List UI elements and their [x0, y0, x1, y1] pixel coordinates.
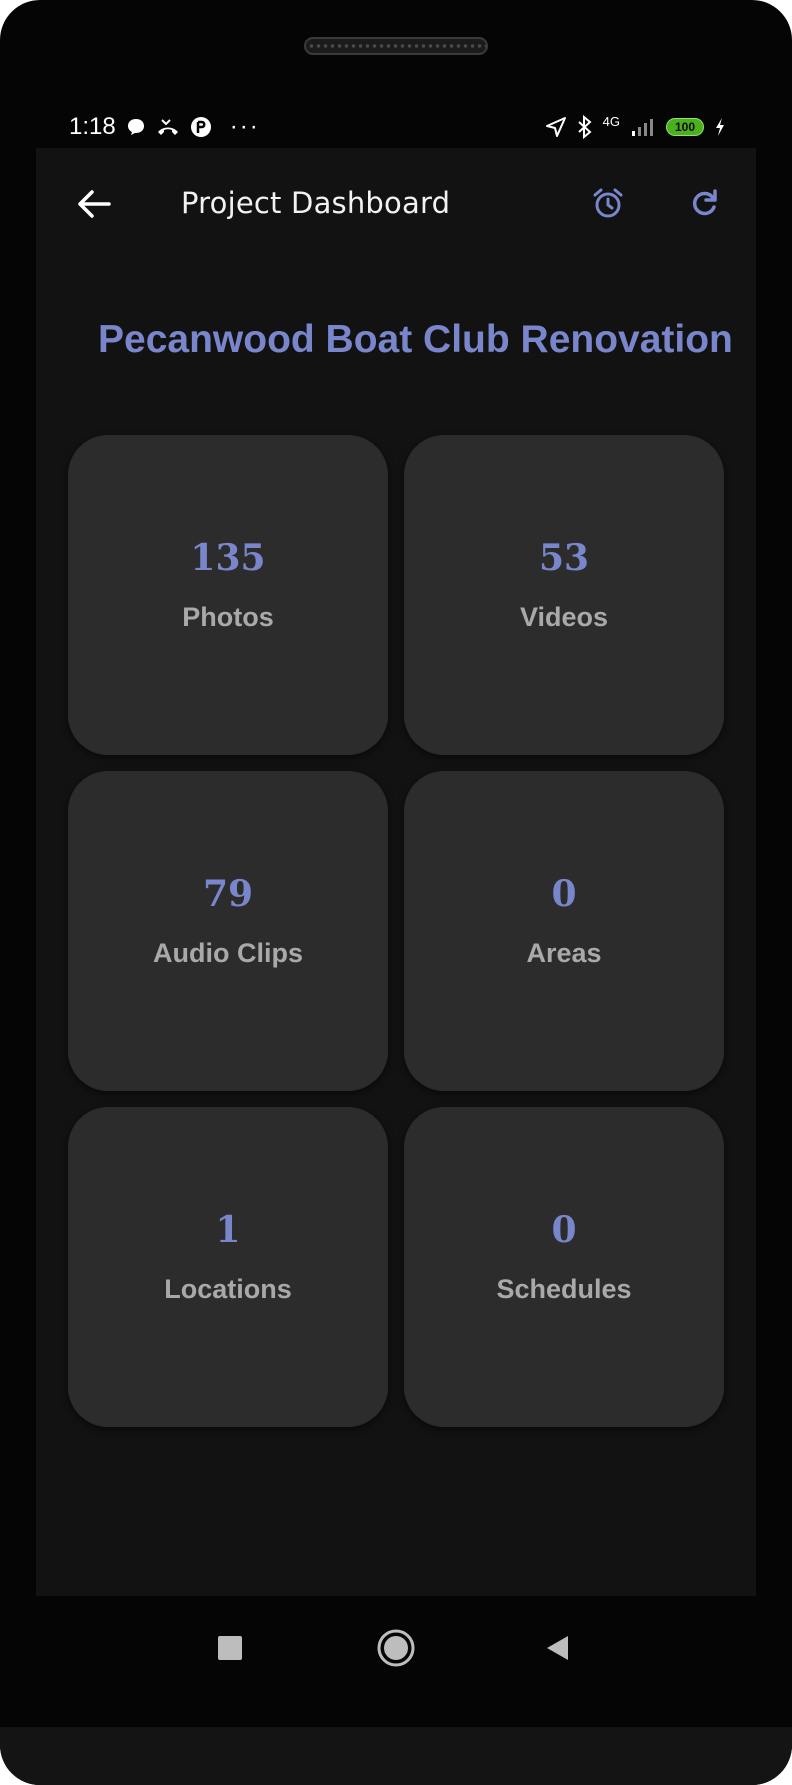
app-notification-icon — [190, 116, 212, 138]
phone-frame: 1:18 ··· 4G 100 Project Dashboard Pecanw… — [0, 0, 792, 1785]
areas-card[interactable]: 0 Areas — [404, 771, 724, 1091]
refresh-button[interactable] — [684, 183, 724, 223]
alarm-clock-icon — [593, 188, 623, 218]
missed-call-icon — [156, 117, 180, 137]
app-bar-title: Project Dashboard — [181, 186, 451, 220]
locations-label: Locations — [164, 1273, 292, 1304]
arrow-left-icon — [78, 190, 111, 218]
nav-back-icon — [547, 1636, 568, 1660]
audio-clips-card[interactable]: 79 Audio Clips — [68, 771, 388, 1091]
schedules-label: Schedules — [496, 1273, 632, 1304]
photos-count: 135 — [190, 536, 266, 579]
back-button[interactable] — [72, 182, 116, 226]
more-notifications-icon: ··· — [229, 113, 260, 140]
locations-count: 1 — [215, 1208, 241, 1251]
locations-card[interactable]: 1 Locations — [68, 1107, 388, 1427]
status-bar: 1:18 ··· 4G 100 — [36, 108, 756, 146]
videos-label: Videos — [519, 601, 609, 632]
refresh-icon — [692, 189, 717, 216]
alarm-button[interactable] — [588, 183, 628, 223]
videos-card[interactable]: 53 Videos — [404, 435, 724, 755]
network-type: 4G — [602, 113, 620, 129]
photos-label: Photos — [182, 601, 274, 632]
schedules-count: 0 — [551, 1208, 577, 1251]
audio-clips-count: 79 — [202, 872, 254, 915]
signal-strength-icon — [630, 117, 656, 137]
nav-recents-icon — [218, 1636, 242, 1660]
battery-indicator: 100 — [666, 118, 704, 136]
recents-button[interactable] — [208, 1626, 252, 1670]
areas-label: Areas — [526, 937, 602, 968]
app-screen: Project Dashboard Pecanwood Boat Club Re… — [36, 148, 756, 1596]
areas-count: 0 — [551, 872, 577, 915]
photos-card[interactable]: 135 Photos — [68, 435, 388, 755]
device-chin — [0, 1727, 792, 1785]
earpiece-speaker — [304, 37, 488, 55]
project-title: Pecanwood Boat Club Renovation — [98, 318, 733, 361]
chat-bubble-icon — [126, 117, 146, 137]
nav-home-icon — [377, 1629, 415, 1667]
home-button[interactable] — [374, 1626, 418, 1670]
nav-back-button[interactable] — [536, 1626, 580, 1670]
charging-bolt-icon — [714, 117, 726, 137]
videos-count: 53 — [538, 536, 590, 579]
app-bar: Project Dashboard — [36, 148, 756, 260]
system-navigation-bar — [0, 1596, 792, 1696]
schedules-card[interactable]: 0 Schedules — [404, 1107, 724, 1427]
bluetooth-icon — [577, 115, 593, 139]
status-time: 1:18 — [69, 113, 116, 140]
audio-clips-label: Audio Clips — [153, 937, 303, 968]
location-arrow-icon — [545, 116, 567, 138]
